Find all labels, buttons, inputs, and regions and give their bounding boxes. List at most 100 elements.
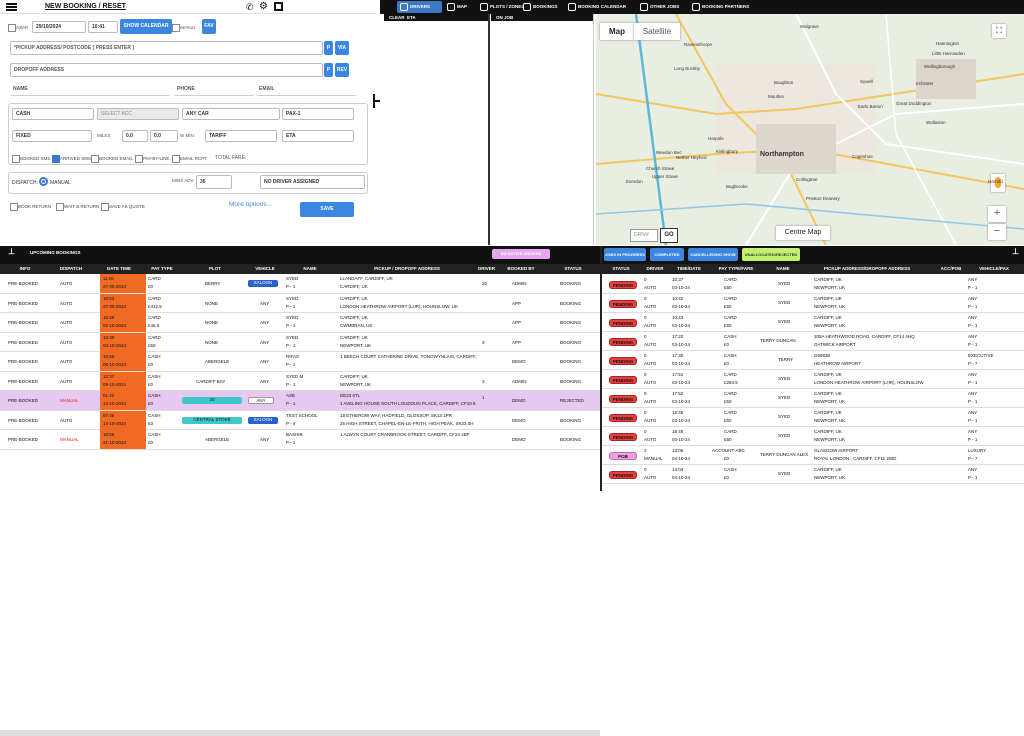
arrived-sms-checkbox[interactable]: ARRIVED SMS [52, 155, 91, 163]
via-button[interactable]: VIA [335, 41, 349, 55]
jobs-in-progress-tab[interactable]: JOBS IN PROGRESS [604, 248, 646, 261]
map-fullscreen-icon[interactable]: ⛶ [992, 24, 1006, 38]
jobs-collapse-icon[interactable]: ⊥ [1012, 247, 1019, 256]
date-text: 13-10-2024 [103, 401, 127, 406]
tab-booking-calendar[interactable]: BOOKING CALENDAR [565, 1, 635, 13]
collapse-icon[interactable]: ⊥ [8, 247, 15, 256]
fare-type-select[interactable]: FIXED [12, 130, 92, 142]
map-view[interactable]: Map Satellite ⛶ + − Centre Map DRIV# GO … [596, 14, 1024, 245]
pay-type-select[interactable]: CASH [12, 108, 94, 120]
table-row[interactable]: PENDING 0 AUTO 14:04 04-10-24 CASH £0 SYED CARDI… [602, 465, 1024, 484]
table-row[interactable]: PENDING 0 AUTO 18:46 03-10-24 CARD £50 SYED CARD… [602, 408, 1024, 427]
panel-resize-handle[interactable] [373, 94, 381, 108]
fav-button[interactable]: FAV [202, 19, 216, 34]
email-input[interactable]: EMAIL [256, 84, 356, 96]
table-row[interactable]: PRE-BOOKED AUTO 11:00 27-09-2024 CARD £0 BERRY… [0, 274, 600, 294]
phone-input[interactable]: PHONE [174, 84, 254, 96]
pax-count: P - 1 [968, 304, 978, 309]
table-row[interactable]: PRE-BOOKED MANUAL 15:58 21-10-2024 CASH £0 ABE… [0, 430, 600, 450]
dropoff-p-button[interactable]: P [324, 63, 333, 77]
time-input[interactable]: 10:41 [88, 21, 118, 33]
dropoff-address-input[interactable]: DROPOFF ADDRESS [10, 63, 323, 77]
driver-search-input[interactable]: DRIV# [630, 229, 658, 242]
table-row[interactable]: PRE-BOOKED AUTO 07:45 14-10-2024 CASH £0 CENTR… [0, 410, 600, 430]
tab-other-jobs[interactable]: OTHER JOBS [637, 1, 685, 13]
zoom-in-button[interactable]: + [988, 206, 1006, 222]
unallocated-rejected-tab[interactable]: UNALLOCATED/REJECTED [742, 248, 800, 261]
date-text: 21-10-2024 [103, 440, 127, 445]
pickup-p-button[interactable]: P [324, 41, 333, 55]
zoom-out-button[interactable]: − [988, 224, 1006, 240]
table-row[interactable]: PENDING 0 AUTO 17:20 03-10-24 CASH £0 TERRY DUN… [602, 332, 1024, 351]
column-header: DRIVER [478, 266, 496, 271]
mins-adv-input[interactable]: 35 [196, 175, 232, 189]
table-row[interactable]: PRE-BOOKED AUTO 10:39 03-10-2024 CARD £50 NONE… [0, 332, 600, 352]
map-pin-icon [447, 3, 455, 11]
save-button[interactable]: SAVE [300, 202, 354, 217]
completed-tab[interactable]: COMPLETED [650, 248, 684, 261]
info-cell: PRE-BOOKED [8, 300, 39, 306]
new-booking-reset-title[interactable]: NEW BOOKING / RESET [45, 3, 126, 10]
car-type-select[interactable]: ANY CAR [182, 108, 280, 120]
column-header: DATE TIME [107, 266, 131, 271]
map-type-tab-satellite[interactable]: Satellite [634, 23, 680, 40]
email-receipt-checkbox[interactable]: EMAIL RCPT [172, 155, 207, 163]
tab-booking-partners[interactable]: BOOKING PARTNERS [689, 1, 753, 13]
table-row[interactable]: PENDING 0 AUTO 10:43 03-10-24 CARD £50 SYED CARD… [602, 313, 1024, 332]
fare-input[interactable]: 0.0 [150, 130, 178, 142]
pay-type-text: CARD [148, 315, 161, 320]
status-badge: PENDING [609, 281, 637, 289]
table-row[interactable]: PENDING 0 AUTO 17:30 03-10-24 CASH £0 TERRY G698… [602, 351, 1024, 370]
repeat-checkbox[interactable]: REPEAT [172, 24, 196, 32]
book-return-checkbox[interactable]: BOOK RETURN [10, 203, 51, 211]
table-row[interactable]: PRE-BOOKED AUTO 12:37 09-10-2024 CASH £0 CARDI… [0, 371, 600, 391]
horizontal-scrollbar[interactable] [0, 730, 600, 736]
tab-map[interactable]: MAP [444, 1, 474, 13]
go-button[interactable]: GO [660, 228, 678, 243]
table-row[interactable]: PENDING 0 AUTO 10:42 03-10-24 CARD £50 SYED CARD… [602, 294, 1024, 313]
table-row[interactable]: PENDING 0 AUTO 17:52 03-10-24 CARD £50 SYED CARD… [602, 389, 1024, 408]
table-row[interactable]: PRE-BOOKED AUTO 15:53 27-09-2024 CARD £412.5 N… [0, 293, 600, 313]
account-select[interactable]: SELECT ACC [97, 108, 179, 120]
booked-sms-checkbox[interactable]: BOOKED SMS [12, 155, 50, 163]
table-row[interactable]: PRE-BOOKED AUTO 15:59 08-10-2024 CASH £0 ABERG… [0, 352, 600, 372]
menu-icon[interactable] [6, 3, 17, 11]
table-row[interactable]: PRE-BOOKED AUTO 15:48 02-10-2024 CARD £45.5 NO… [0, 313, 600, 333]
table-row[interactable]: PRE-BOOKED MANUAL 01:42 13-10-2024 CASH £0 20 A… [0, 391, 600, 411]
pax-select[interactable]: PAX-1 [282, 108, 354, 120]
cancelled-no-show-tab[interactable]: CANCELLED/NO SHOW [688, 248, 738, 261]
pickup-address-input[interactable]: *PICKUP ADDRESS/ POSTCODE [ PRESS ENTER … [10, 41, 323, 55]
name-input[interactable]: NAME [10, 84, 170, 96]
table-row[interactable]: PENDING 0 AUTO 17:51 03-10-24 CARD £284.5 SYED C… [602, 370, 1024, 389]
fare-text: £0 [148, 440, 154, 445]
gear-icon[interactable]: ⚙ [259, 1, 268, 12]
phone-icon[interactable]: ✆ [246, 2, 254, 13]
more-options-link[interactable]: More options... [229, 201, 272, 208]
driver-number: 0 [644, 372, 647, 377]
table-row[interactable]: PENDING 0 AUTO 18:48 03-10-24 CARD £50 SYED CARD… [602, 427, 1024, 446]
tab-bookings[interactable]: BOOKINGS [520, 1, 565, 13]
map-type-tab-map[interactable]: Map [600, 23, 634, 40]
table-row[interactable]: PENDING 0 AUTO 10:37 03-10-24 CARD £50 SYED CARD… [602, 275, 1024, 294]
show-calendar-button[interactable]: SHOW CALENDAR [120, 19, 172, 34]
pickup-address: 1 ALWYN COURT CRANBROOK STREET, CARDIFF,… [340, 432, 470, 437]
wait-return-checkbox[interactable]: WAIT & RETURN [56, 203, 99, 211]
miles-input[interactable]: 0.0 [122, 130, 148, 142]
dispatch-label: DISPATCH: [12, 180, 38, 186]
date-input[interactable]: 29/10/2024 [32, 21, 86, 33]
pax-count: P - 1 [968, 418, 978, 423]
centre-map-button[interactable]: Centre Map [776, 226, 830, 240]
fullscreen-icon[interactable] [274, 2, 283, 11]
tariff-select[interactable]: TARIFF [205, 130, 277, 142]
pickup-address: 18 ETHEROW WAY, HADFIELD, GLOSSOP, SK13 … [340, 412, 452, 418]
booked-email-checkbox[interactable]: BOOKED EMAIL [91, 155, 133, 163]
save-quote-checkbox[interactable]: SAVE AS QUOTE [101, 203, 145, 211]
manual-radio[interactable] [39, 177, 48, 186]
table-row[interactable]: POB 2 MANUAL 13:05 04-10-24 ACCOUNT-ABC £0 TERR… [602, 446, 1024, 465]
driver-assign-select[interactable]: NO DRIVER ASSIGNED [260, 175, 365, 189]
rev-button[interactable]: REV [335, 63, 349, 77]
asap-checkbox[interactable]: ASAP [8, 24, 28, 32]
pay-by-link-checkbox[interactable]: PAY-BY-LINK [135, 155, 170, 163]
tab-drivers[interactable]: DRIVERS [397, 1, 442, 13]
eta-select[interactable]: ETA [282, 130, 354, 142]
